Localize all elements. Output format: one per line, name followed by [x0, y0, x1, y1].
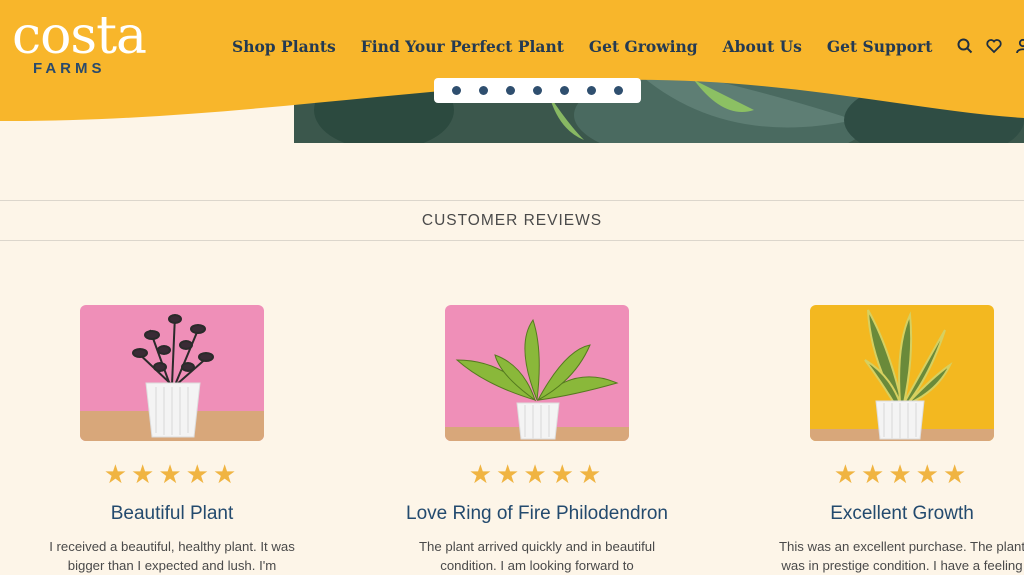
search-icon[interactable]: [957, 38, 973, 54]
star-rating: ★★★★★: [103, 459, 241, 489]
nav-about-us[interactable]: About Us: [723, 37, 802, 56]
carousel-dot[interactable]: [533, 86, 542, 95]
star-rating: ★★★★★: [833, 459, 971, 489]
heart-icon[interactable]: [986, 38, 1002, 54]
carousel-dot[interactable]: [506, 86, 515, 95]
review-product-image[interactable]: [80, 305, 264, 441]
review-card: ★★★★★ Excellent Growth This was an excel…: [752, 305, 1024, 575]
carousel-dot[interactable]: [587, 86, 596, 95]
nav-get-growing[interactable]: Get Growing: [589, 37, 698, 56]
review-text: This was an excellent purchase. The plan…: [778, 539, 1024, 573]
account-icon[interactable]: [1015, 38, 1024, 54]
nav-shop-plants[interactable]: Shop Plants: [232, 37, 336, 56]
nav-find-your-perfect-plant[interactable]: Find Your Perfect Plant: [361, 37, 564, 56]
section-divider-top: [0, 200, 1024, 201]
carousel-dot[interactable]: [614, 86, 623, 95]
review-card: ★★★★★ Beautiful Plant I received a beaut…: [22, 305, 322, 575]
review-title: Beautiful Plant: [110, 503, 234, 524]
review-product-image[interactable]: [445, 305, 629, 441]
section-divider-bottom: [0, 240, 1024, 241]
carousel-dot[interactable]: [560, 86, 569, 95]
review-product-image[interactable]: [810, 305, 994, 441]
brand-logo[interactable]: costa FARMS: [12, 6, 147, 77]
main-nav: Shop Plants Find Your Perfect Plant Get …: [232, 37, 957, 56]
review-card: ★★★★★ Love Ring of Fire Philodendron The…: [387, 305, 687, 575]
star-rating: ★★★★★: [468, 459, 606, 489]
logo-wordmark: costa: [12, 6, 147, 66]
review-text: The plant arrived quickly and in beautif…: [418, 539, 656, 573]
header-icons: [957, 38, 1024, 54]
review-title: Excellent Growth: [830, 503, 974, 524]
review-text: I received a beautiful, healthy plant. I…: [49, 539, 295, 573]
header-background: [0, 0, 1024, 122]
carousel-pagination: [434, 78, 641, 103]
carousel-dot[interactable]: [479, 86, 488, 95]
reviews-heading: CUSTOMER REVIEWS: [421, 212, 603, 229]
review-title: Love Ring of Fire Philodendron: [406, 503, 668, 524]
carousel-dot[interactable]: [452, 86, 461, 95]
nav-get-support[interactable]: Get Support: [827, 37, 932, 56]
